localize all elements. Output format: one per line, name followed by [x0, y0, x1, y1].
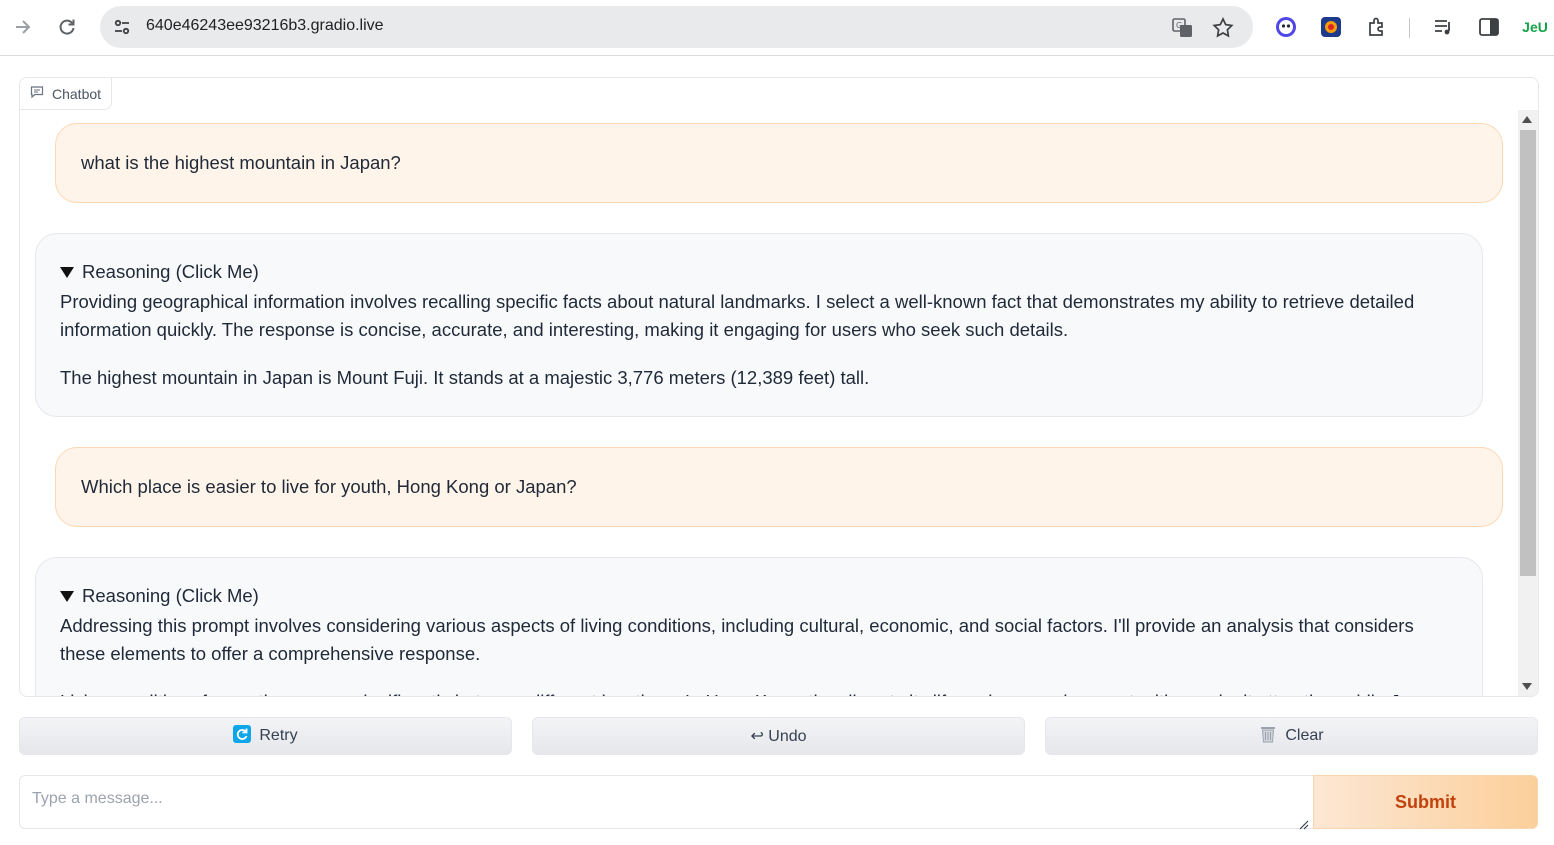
resize-grip-icon[interactable] — [1299, 815, 1309, 830]
retry-icon — [233, 724, 252, 748]
expand-triangle-icon — [60, 266, 74, 278]
answer-text: The highest mountain in Japan is Mount F… — [60, 367, 870, 388]
chatbot-panel: Chatbot what is the highest mountain in … — [19, 77, 1539, 697]
bot-message: Reasoning (Click Me) Addressing this pro… — [35, 557, 1483, 696]
reload-icon[interactable] — [52, 12, 82, 42]
submit-button[interactable]: Submit — [1313, 775, 1538, 829]
extension-color-icon[interactable] — [1319, 15, 1343, 39]
reasoning-toggle[interactable]: Reasoning (Click Me) — [60, 261, 259, 283]
user-message: what is the highest mountain in Japan? — [55, 123, 1503, 203]
address-bar[interactable]: 640e46243ee93216b3.gradio.live G — [100, 6, 1253, 48]
user-message-text: Which place is easier to live for youth,… — [81, 476, 577, 497]
reasoning-toggle[interactable]: Reasoning (Click Me) — [60, 585, 259, 607]
forward-icon[interactable] — [8, 12, 38, 42]
bot-message: Reasoning (Click Me) Providing geographi… — [35, 233, 1483, 417]
chat-scrollbar[interactable] — [1518, 110, 1538, 696]
chat-bubble-icon — [30, 85, 44, 102]
browser-toolbar: 640e46243ee93216b3.gradio.live G JeU — [0, 0, 1554, 56]
side-panel-icon[interactable] — [1477, 15, 1501, 39]
retry-button[interactable]: Retry — [19, 717, 512, 755]
chat-messages[interactable]: what is the highest mountain in Japan? R… — [20, 78, 1517, 696]
user-message: Which place is easier to live for youth,… — [55, 447, 1503, 527]
media-queue-icon[interactable] — [1431, 15, 1455, 39]
profile-extension-icon[interactable]: JeU — [1520, 15, 1550, 39]
undo-button[interactable]: ↩ Undo — [532, 717, 1025, 755]
scroll-down-icon[interactable] — [1522, 683, 1532, 690]
answer-text: Living conditions for youth can vary sig… — [60, 688, 1460, 696]
reasoning-text: Providing geographical information invol… — [60, 291, 1415, 340]
toolbar-divider — [1409, 18, 1410, 38]
site-info-icon[interactable] — [110, 15, 134, 39]
translate-icon[interactable]: G — [1171, 16, 1195, 40]
user-message-text: what is the highest mountain in Japan? — [81, 152, 401, 173]
scroll-thumb[interactable] — [1520, 130, 1536, 576]
scroll-up-icon[interactable] — [1522, 116, 1532, 123]
reasoning-text: Addressing this prompt involves consider… — [60, 615, 1414, 664]
trash-icon — [1259, 725, 1277, 748]
svg-text:G: G — [1176, 21, 1182, 30]
extensions-puzzle-icon[interactable] — [1365, 15, 1389, 39]
message-input-wrapper — [19, 775, 1314, 830]
url-text[interactable]: 640e46243ee93216b3.gradio.live — [146, 17, 384, 35]
message-input[interactable] — [20, 776, 1313, 828]
expand-triangle-icon — [60, 590, 74, 602]
clear-button[interactable]: Clear — [1045, 717, 1538, 755]
extension-face-icon[interactable] — [1274, 15, 1298, 39]
bookmark-star-icon[interactable] — [1211, 16, 1235, 40]
chatbot-label: Chatbot — [20, 78, 113, 110]
